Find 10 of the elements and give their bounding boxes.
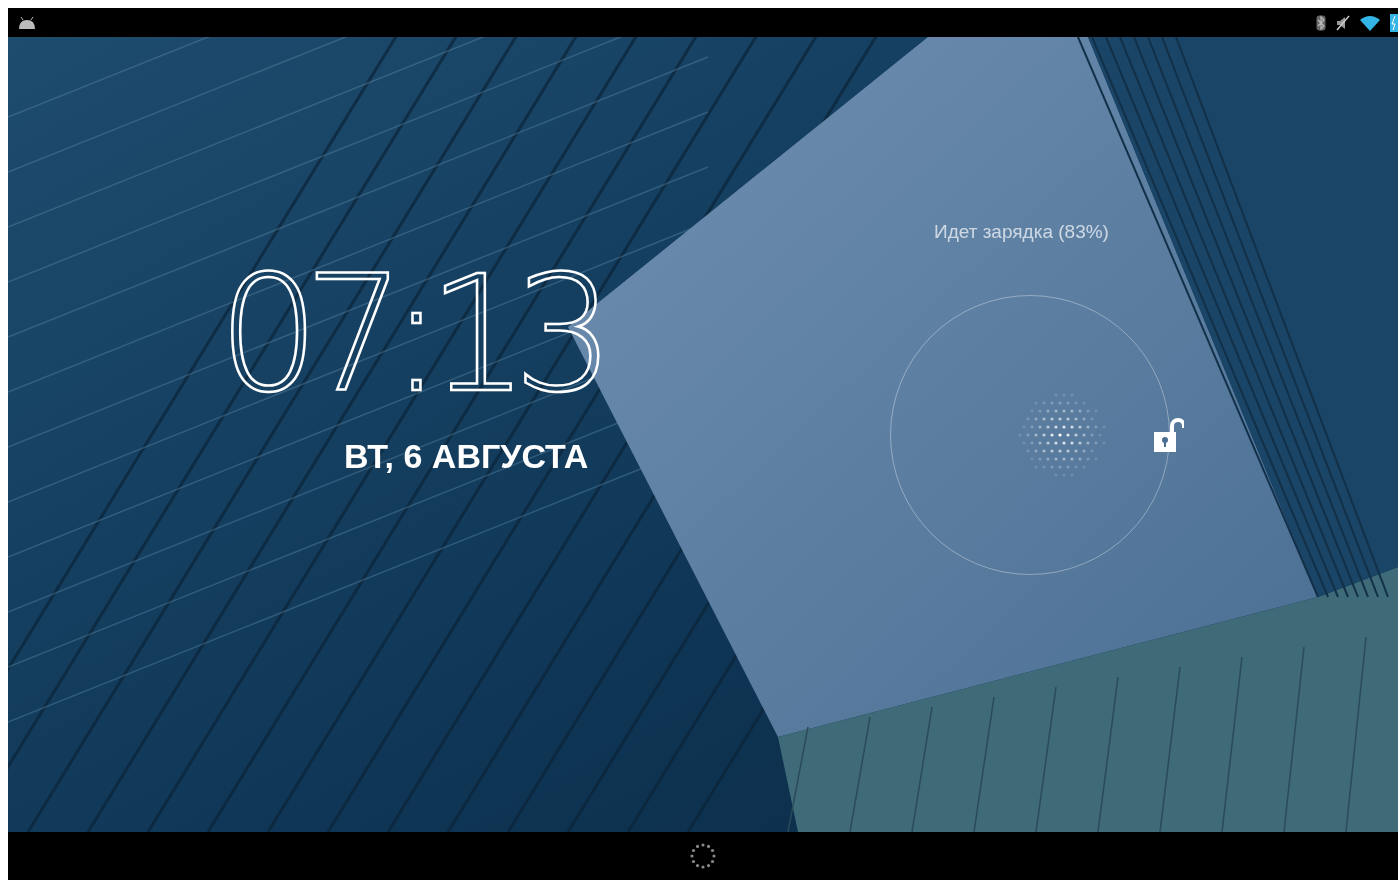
wifi-icon xyxy=(1360,14,1380,31)
muted-speaker-icon xyxy=(1336,14,1350,31)
loading-dots-icon xyxy=(689,842,717,870)
bluetooth-icon xyxy=(1316,14,1326,31)
charging-status: Идет зарядка (83%) xyxy=(934,221,1109,243)
clock-time: 07:13 xyxy=(218,255,600,415)
unlock-icon[interactable] xyxy=(1154,418,1184,452)
android-robot-icon xyxy=(18,16,36,29)
battery-charging-icon xyxy=(1390,13,1398,32)
date-label: ВТ, 6 АВГУСТА xyxy=(344,437,589,476)
